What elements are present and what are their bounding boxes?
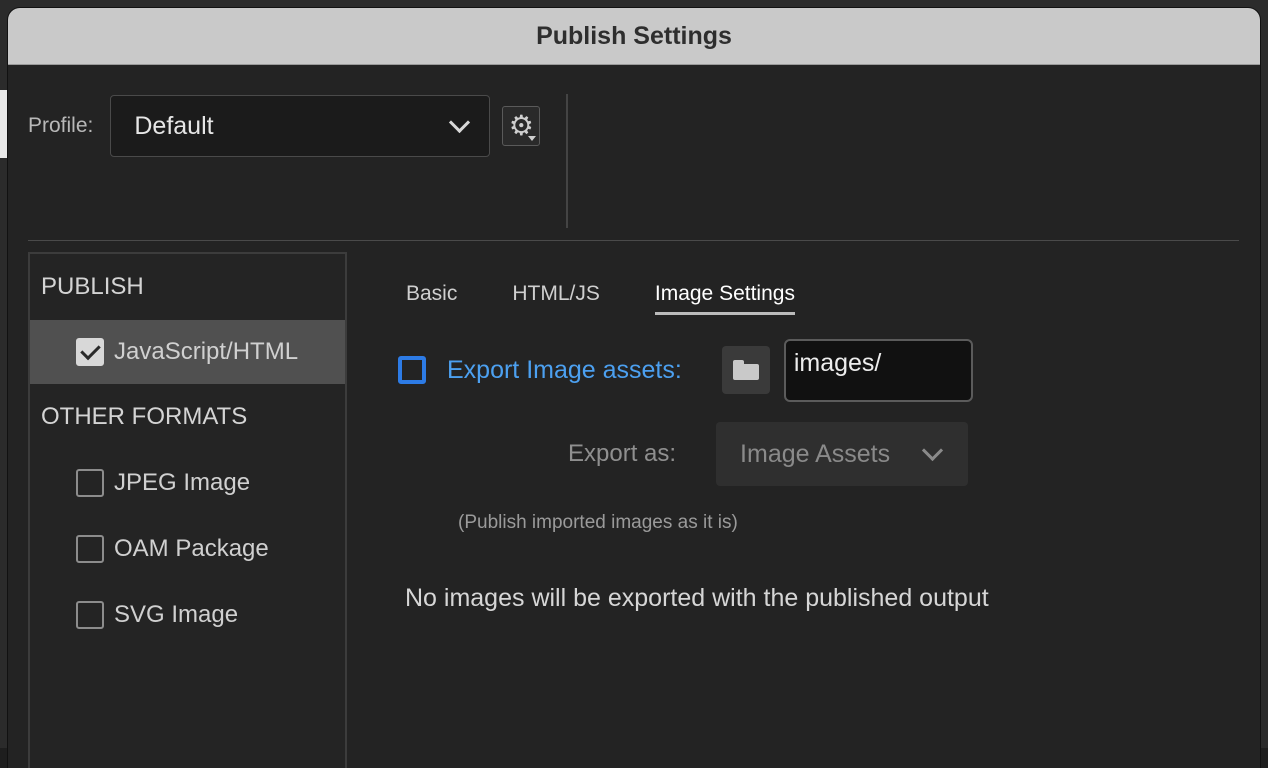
image-path-input[interactable]: images/ xyxy=(783,338,973,402)
horizontal-divider xyxy=(28,240,1239,241)
other-formats-section-header: OTHER FORMATS xyxy=(41,403,248,430)
folder-icon-body xyxy=(732,364,759,380)
profile-dropdown-value: Default xyxy=(134,111,214,140)
export-status-message: No images will be exported with the publ… xyxy=(405,584,989,612)
export-image-assets-checkbox[interactable] xyxy=(398,356,426,384)
format-item-javascript-html[interactable]: JavaScript/HTML xyxy=(30,320,345,384)
profile-options-button[interactable]: ⚙ xyxy=(502,106,541,146)
export-as-label: Export as: xyxy=(568,440,677,467)
jpeg-image-checkbox[interactable] xyxy=(76,469,104,497)
vertical-divider xyxy=(566,94,568,228)
svg-image-checkbox[interactable] xyxy=(76,601,104,629)
format-item-label: SVG Image xyxy=(114,601,239,628)
format-item-oam[interactable]: OAM Package xyxy=(30,516,345,582)
folder-icon xyxy=(732,360,759,380)
dialog-titlebar[interactable]: Publish Settings xyxy=(8,8,1260,65)
checkmark-icon xyxy=(79,339,101,361)
chevron-down-icon xyxy=(449,111,471,133)
browse-folder-button[interactable] xyxy=(721,346,770,394)
chevron-down-icon xyxy=(921,439,944,461)
caret-down-icon xyxy=(528,136,537,141)
publish-section-header: PUBLISH xyxy=(41,273,144,300)
settings-tabs: Basic HTML/JS Image Settings xyxy=(406,276,850,316)
format-item-svg[interactable]: SVG Image xyxy=(30,582,345,648)
formats-panel: PUBLISH JavaScript/HTML OTHER FORMATS JP… xyxy=(28,252,347,768)
export-as-dropdown-value: Image Assets xyxy=(740,439,891,468)
tab-basic[interactable]: Basic xyxy=(406,276,457,312)
background-window-edge xyxy=(0,90,8,158)
format-item-jpeg[interactable]: JPEG Image xyxy=(30,450,345,516)
export-image-assets-label[interactable]: Export Image assets: xyxy=(447,356,682,385)
publish-images-note: (Publish imported images as it is) xyxy=(458,512,738,533)
export-as-row: Export as: Image Assets xyxy=(568,422,969,486)
format-item-label: JPEG Image xyxy=(114,469,251,496)
profile-row: Profile: Default ⚙ xyxy=(28,94,541,158)
export-image-assets-row: Export Image assets: images/ xyxy=(398,338,973,402)
tab-html-js[interactable]: HTML/JS xyxy=(512,276,600,312)
profile-label: Profile: xyxy=(28,114,94,137)
export-as-dropdown[interactable]: Image Assets xyxy=(716,422,969,486)
format-item-label: JavaScript/HTML xyxy=(114,338,299,365)
oam-package-checkbox[interactable] xyxy=(76,535,104,563)
tab-image-settings[interactable]: Image Settings xyxy=(654,276,795,315)
publish-settings-dialog: Publish Settings Profile: Default ⚙ PUBL… xyxy=(8,8,1260,768)
profile-dropdown[interactable]: Default xyxy=(110,95,491,157)
format-item-label: OAM Package xyxy=(114,535,269,562)
dialog-title: Publish Settings xyxy=(536,21,732,50)
javascript-html-checkbox[interactable] xyxy=(76,338,104,366)
